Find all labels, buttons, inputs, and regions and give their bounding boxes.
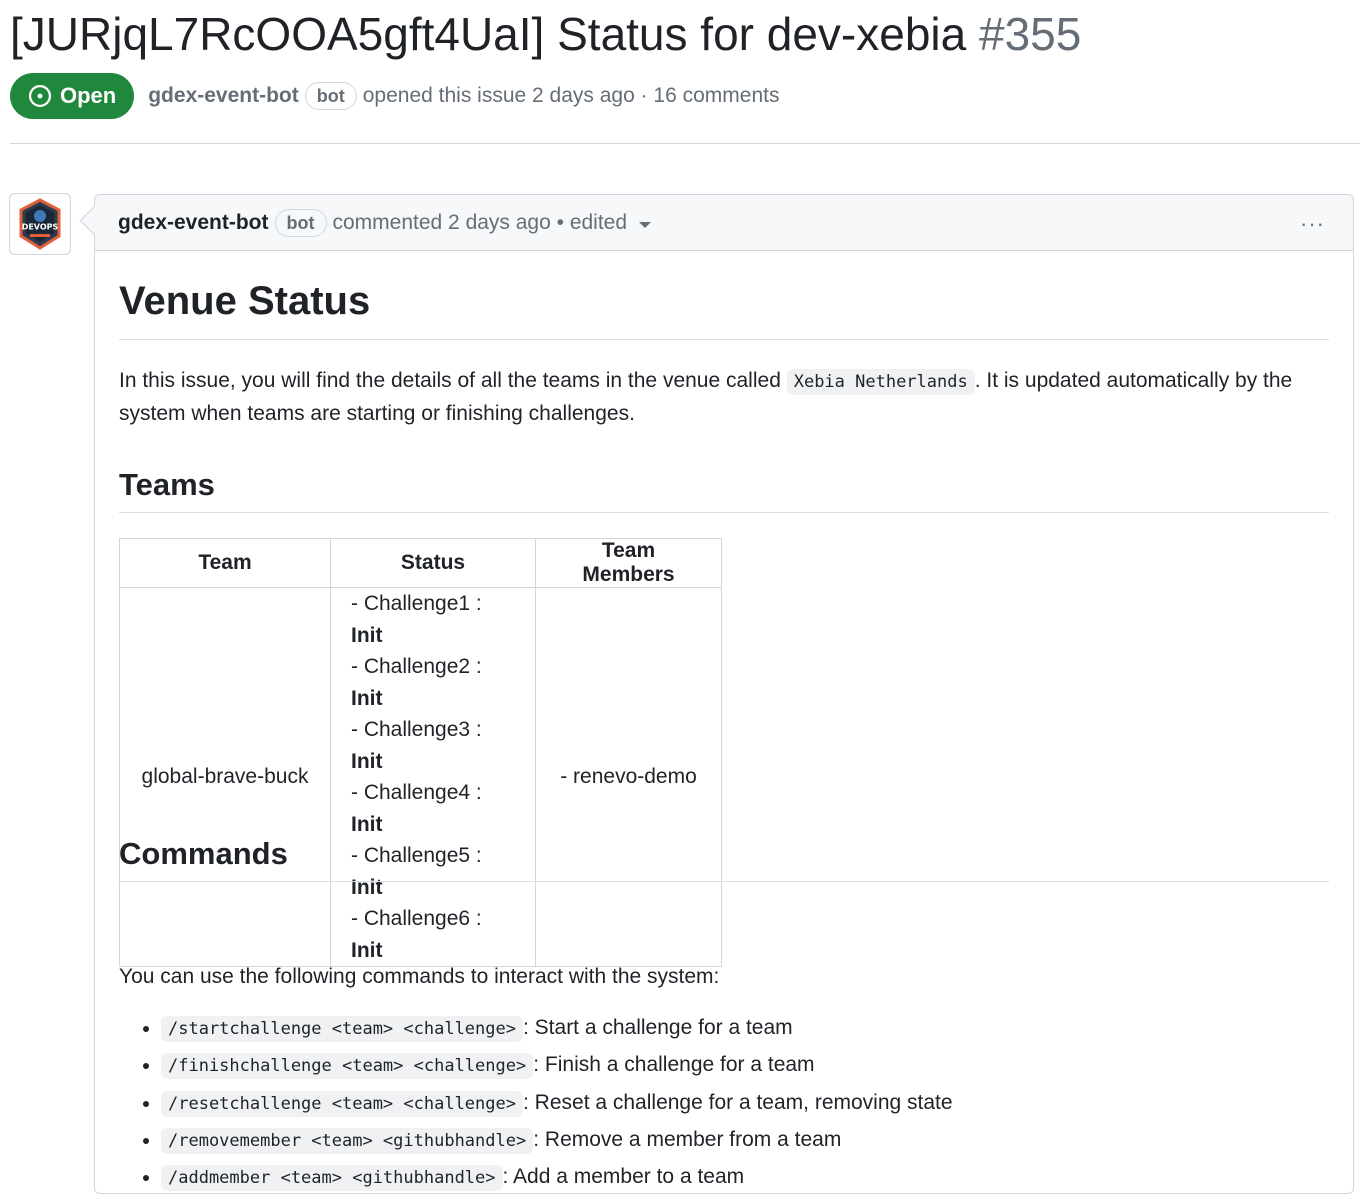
- intro-text-before: In this issue, you will find the details…: [119, 369, 781, 392]
- edited-dropdown-icon[interactable]: [639, 221, 652, 228]
- challenge-name: - Challenge5 :: [351, 844, 482, 867]
- comment-meta[interactable]: commented 2 days ago • edited: [333, 211, 628, 235]
- challenge-status: Init: [351, 623, 383, 647]
- issue-meta-text: opened this issue 2 days ago · 16 commen…: [362, 84, 780, 107]
- comment-options-button[interactable]: ···: [1300, 211, 1325, 237]
- column-header-status: Status: [330, 538, 536, 588]
- avatar-logo-text: DEVOPS: [22, 223, 59, 232]
- state-badge: Open: [10, 73, 135, 119]
- issue-open-icon: [28, 84, 52, 108]
- challenge-status-item: - Challenge5 : Init: [351, 840, 515, 903]
- commands-divider: [119, 881, 1329, 882]
- commands-list: /startchallenge <team> <challenge>: Star…: [119, 1013, 953, 1199]
- command-description: : Start a challenge for a team: [523, 1016, 793, 1039]
- list-item: /resetchallenge <team> <challenge>: Rese…: [161, 1088, 953, 1125]
- venue-status-heading: Venue Status: [119, 279, 371, 323]
- challenge-status-item: - Challenge3 : Init: [351, 714, 515, 777]
- challenge-name: - Challenge4 :: [351, 781, 482, 804]
- command-code: /finishchallenge <team> <challenge>: [161, 1053, 534, 1080]
- challenge-name: - Challenge1 :: [351, 592, 482, 615]
- table-header-row: Team Status Team Members: [119, 538, 722, 588]
- avatar[interactable]: DEVOPS: [9, 193, 71, 255]
- list-item: /finishchallenge <team> <challenge>: Fin…: [161, 1050, 953, 1087]
- commands-heading: Commands: [119, 836, 288, 871]
- members-cell: - renevo-demo: [535, 587, 722, 967]
- teams-divider: [119, 512, 1329, 513]
- challenge-name: - Challenge6 :: [351, 907, 482, 930]
- table-row: global-brave-buck - Challenge1 : Init - …: [119, 587, 722, 967]
- commands-intro: You can use the following commands to in…: [119, 965, 720, 988]
- command-description: : Finish a challenge for a team: [533, 1053, 815, 1077]
- challenge-status-list: - Challenge1 : Init - Challenge2 : Init …: [351, 588, 515, 966]
- devops-logo-icon: DEVOPS: [19, 198, 61, 250]
- column-header-members: Team Members: [535, 538, 722, 588]
- challenge-status-item: - Challenge1 : Init: [351, 588, 515, 651]
- challenge-status: Init: [351, 686, 383, 710]
- list-item: /removemember <team> <githubhandle>: Rem…: [161, 1125, 953, 1162]
- heading-divider: [119, 339, 1329, 340]
- command-description: : Add a member to a team: [502, 1165, 745, 1189]
- teams-heading: Teams: [119, 467, 215, 502]
- challenge-status: Init: [351, 875, 383, 899]
- status-cell: - Challenge1 : Init - Challenge2 : Init …: [330, 587, 536, 967]
- intro-paragraph: In this issue, you will find the details…: [119, 365, 1329, 429]
- issue-number: #355: [979, 8, 1082, 60]
- list-item: /addmember <team> <githubhandle>: Add a …: [161, 1162, 953, 1199]
- challenge-status: Init: [351, 749, 383, 773]
- challenge-name: - Challenge3 :: [351, 718, 482, 741]
- command-code: /startchallenge <team> <challenge>: [161, 1016, 523, 1042]
- comment-author-link[interactable]: gdex-event-bot: [118, 211, 269, 235]
- teams-table: Team Status Team Members global-brave-bu…: [119, 538, 722, 967]
- challenge-status-item: - Challenge4 : Init: [351, 777, 515, 840]
- command-code: /addmember <team> <githubhandle>: [161, 1165, 503, 1192]
- venue-code: Xebia Netherlands: [786, 369, 975, 395]
- challenge-status-item: - Challenge2 : Init: [351, 651, 515, 714]
- command-code: /resetchallenge <team> <challenge>: [161, 1090, 523, 1117]
- challenge-status-item: - Challenge6 : Init: [351, 903, 515, 966]
- list-item: /startchallenge <team> <challenge>: Star…: [161, 1013, 953, 1050]
- command-description: : Remove a member from a team: [533, 1127, 842, 1151]
- team-cell: global-brave-buck: [119, 587, 331, 967]
- column-header-team: Team: [119, 538, 331, 588]
- challenge-status: Init: [351, 938, 383, 962]
- challenge-name: - Challenge2 :: [351, 655, 482, 678]
- header-divider: [10, 143, 1360, 144]
- comment-box: gdex-event-bot bot commented 2 days ago …: [94, 194, 1354, 1194]
- issue-title-text: [JURjqL7RcOOA5gft4UaI] Status for dev-xe…: [10, 8, 967, 60]
- issue-title: [JURjqL7RcOOA5gft4UaI] Status for dev-xe…: [10, 4, 1081, 64]
- state-label: Open: [60, 83, 117, 108]
- command-description: : Reset a challenge for a team, removing…: [523, 1090, 953, 1114]
- issue-meta: Open gdex-event-bot bot opened this issu…: [10, 73, 779, 119]
- bot-badge: bot: [304, 82, 357, 110]
- challenge-status: Init: [351, 812, 383, 836]
- comment-header: gdex-event-bot bot commented 2 days ago …: [95, 195, 1353, 251]
- comment-bot-badge: bot: [274, 208, 327, 237]
- issue-author-link[interactable]: gdex-event-bot: [148, 84, 299, 108]
